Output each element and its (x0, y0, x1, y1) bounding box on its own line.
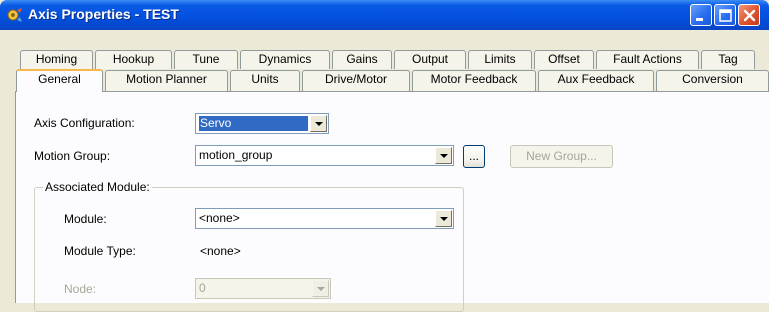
motion-group-select[interactable]: motion_group (195, 145, 454, 166)
tab-tag[interactable]: Tag (701, 50, 755, 69)
tab-conversion[interactable]: Conversion (656, 70, 769, 91)
browse-motion-group-button[interactable]: ... (463, 145, 485, 168)
module-type-label: Module Type: (64, 244, 136, 258)
new-group-button[interactable]: New Group... (510, 145, 613, 168)
maximize-button[interactable] (714, 4, 736, 26)
close-icon (743, 9, 756, 22)
chevron-down-icon[interactable] (310, 115, 327, 132)
chevron-down-icon[interactable] (435, 210, 452, 227)
tab-hookup[interactable]: Hookup (95, 50, 172, 69)
module-type-value: <none> (200, 244, 241, 258)
axis-configuration-select[interactable]: Servo (195, 113, 329, 134)
tab-fault-actions[interactable]: Fault Actions (596, 50, 699, 69)
minimize-icon (696, 18, 703, 21)
tab-motion-planner[interactable]: Motion Planner (105, 70, 228, 91)
tab-general[interactable]: General (16, 69, 103, 92)
tab-limits[interactable]: Limits (468, 50, 532, 69)
close-button[interactable] (738, 4, 760, 26)
motion-group-value: motion_group (199, 148, 273, 162)
chevron-down-icon[interactable] (312, 280, 329, 297)
module-select[interactable]: <none> (195, 208, 454, 229)
module-label: Module: (64, 212, 107, 226)
tab-dynamics[interactable]: Dynamics (240, 50, 330, 69)
tab-drive-motor[interactable]: Drive/Motor (302, 70, 410, 91)
tab-aux-feedback[interactable]: Aux Feedback (538, 70, 654, 91)
node-select[interactable]: 0 (195, 278, 331, 299)
associated-module-legend: Associated Module: (43, 180, 152, 194)
tab-output[interactable]: Output (394, 50, 466, 69)
tab-offset[interactable]: Offset (534, 50, 594, 69)
axis-configuration-value: Servo (199, 116, 308, 131)
motion-group-label: Motion Group: (34, 149, 111, 163)
title-bar[interactable]: Axis Properties - TEST (0, 0, 769, 30)
tab-motor-feedback[interactable]: Motor Feedback (412, 70, 536, 91)
minimize-button[interactable] (690, 4, 712, 26)
tab-homing[interactable]: Homing (20, 50, 93, 69)
tab-gains[interactable]: Gains (332, 50, 392, 69)
module-value: <none> (199, 211, 240, 225)
node-value: 0 (199, 281, 206, 295)
node-label: Node: (64, 282, 97, 296)
axis-gear-icon (6, 6, 24, 24)
chevron-down-icon[interactable] (435, 147, 452, 164)
window-title: Axis Properties - TEST (28, 6, 179, 22)
tab-tune[interactable]: Tune (174, 50, 238, 69)
axis-configuration-label: Axis Configuration: (34, 116, 135, 130)
tab-units[interactable]: Units (230, 70, 300, 91)
maximize-icon (719, 9, 732, 22)
